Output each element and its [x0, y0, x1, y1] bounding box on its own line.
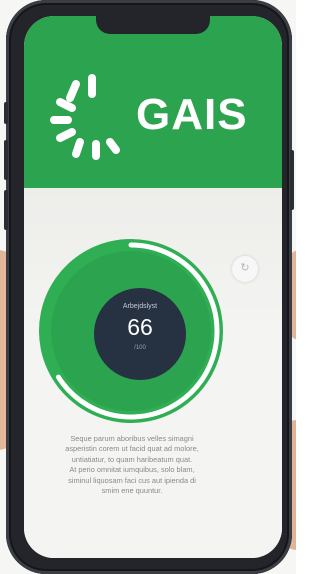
- power-button: [290, 150, 294, 210]
- brand-logo-text: GAIS: [136, 90, 248, 139]
- logo-burst-icon: [50, 74, 120, 160]
- description-line: smim ene quuntur.: [101, 486, 163, 496]
- volume-up-button: [4, 140, 8, 180]
- description-line: siminul liquosam faci cus aut ipienda di: [68, 475, 196, 485]
- photo-stage: GAIS Arbejdslyst 66 /100 ↻ Seque parum a…: [0, 0, 296, 574]
- description-line: asperistin corem ut facid quat ad molore…: [65, 444, 199, 454]
- mute-switch: [4, 102, 8, 124]
- description-line: Seque parum aboribus velles simagni: [70, 434, 194, 443]
- gauge-label: Arbejdslyst: [122, 303, 158, 310]
- gauge-value: 66: [127, 314, 153, 340]
- description-text: Seque parum aboribus velles simagni aspe…: [28, 434, 236, 496]
- description-line: untiatiatur, to quam haribeatum quat.: [71, 454, 193, 464]
- description-line: At perio omnitat iumquibus, solo blam,: [69, 465, 195, 475]
- refresh-button[interactable]: ↻: [232, 256, 258, 282]
- gauge-max-label: /100: [134, 345, 146, 351]
- gauge-center: Arbejdslyst 66 /100: [94, 288, 186, 380]
- volume-down-button: [4, 190, 8, 230]
- app-header: GAIS: [24, 16, 282, 188]
- refresh-icon: ↻: [240, 262, 250, 274]
- notch: [96, 16, 210, 34]
